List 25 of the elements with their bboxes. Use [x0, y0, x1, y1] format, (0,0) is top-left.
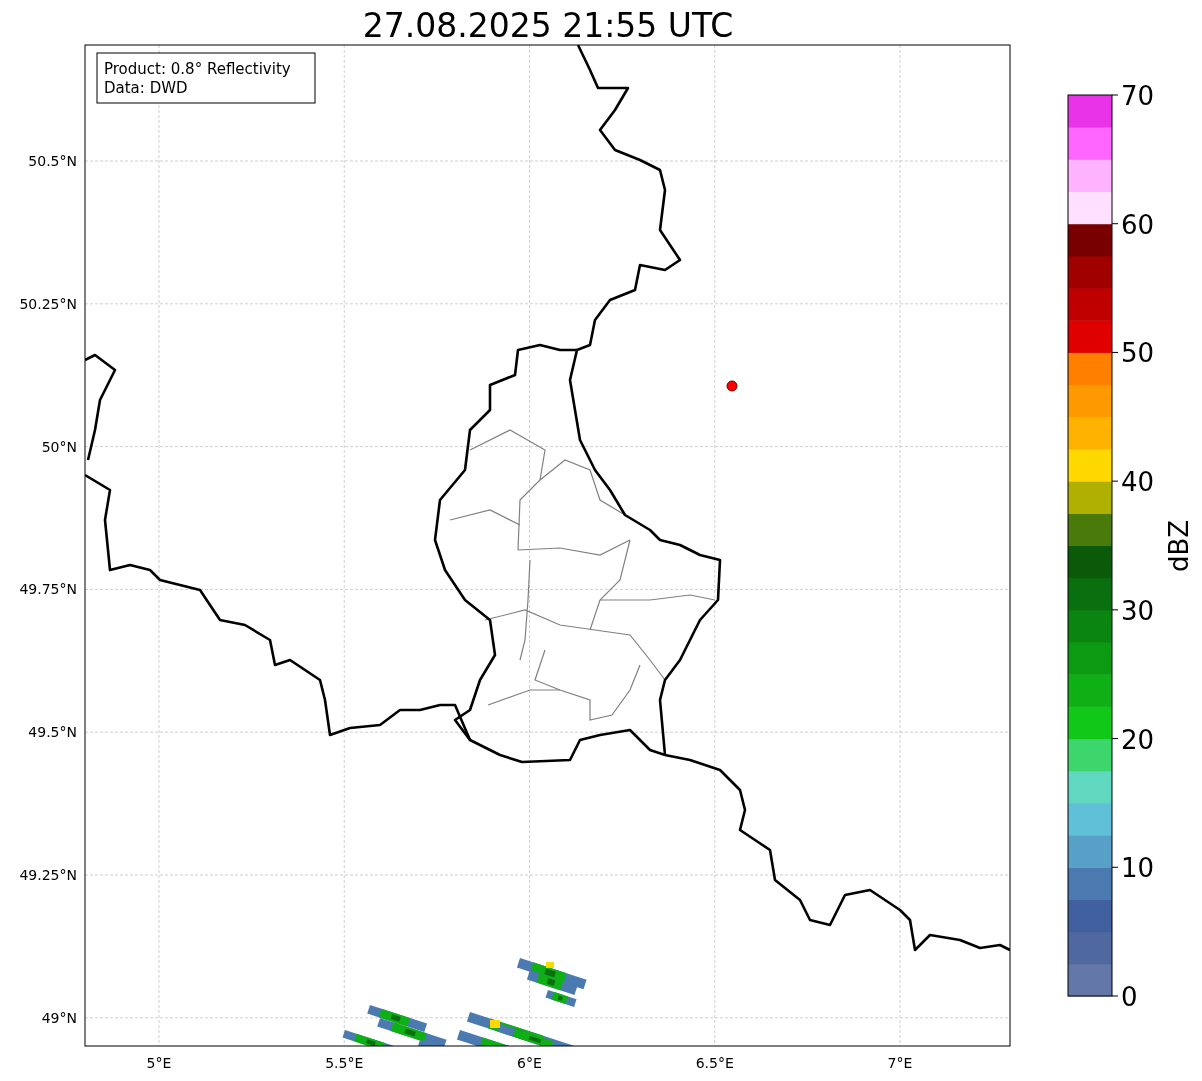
colorbar-tick-label: 70 [1121, 81, 1155, 111]
colorbar-tick-label: 20 [1121, 724, 1155, 755]
latitude-label: 50.5°N [28, 153, 77, 169]
longitude-label: 6°E [517, 1055, 542, 1071]
latitude-label: 49°N [41, 1009, 77, 1026]
info-text: Data: DWD [104, 79, 188, 97]
longitude-label: 7°E [887, 1055, 913, 1071]
colorbar-tick-label: 30 [1121, 595, 1155, 626]
latitude-label: 49.5°N [28, 724, 77, 741]
latitude-label: 50.25°N [19, 295, 77, 312]
radar-site-marker [726, 380, 738, 392]
latitude-label: 49.25°N [19, 867, 77, 883]
longitude-label: 5°E [146, 1055, 172, 1071]
colorbar-tick-label: 60 [1121, 209, 1155, 240]
colorbar-tick-label: 50 [1121, 338, 1155, 369]
plot-title: 27.08.2025 21:55 UTC [362, 6, 734, 45]
longitude-label: 5.5°E [325, 1055, 364, 1071]
colorbar-label: dBZ [1164, 519, 1194, 573]
latitude-label: 49.75°N [19, 581, 77, 598]
latitude-label: 50°N [41, 438, 77, 455]
colorbar-tick-label: 10 [1121, 853, 1155, 884]
colorbar-tick-label: 0 [1121, 982, 1138, 1012]
longitude-label: 6.5°E [695, 1055, 734, 1071]
info-text: Product: 0.8° Reflectivity [104, 60, 291, 78]
colorbar-tick-label: 40 [1121, 467, 1155, 498]
